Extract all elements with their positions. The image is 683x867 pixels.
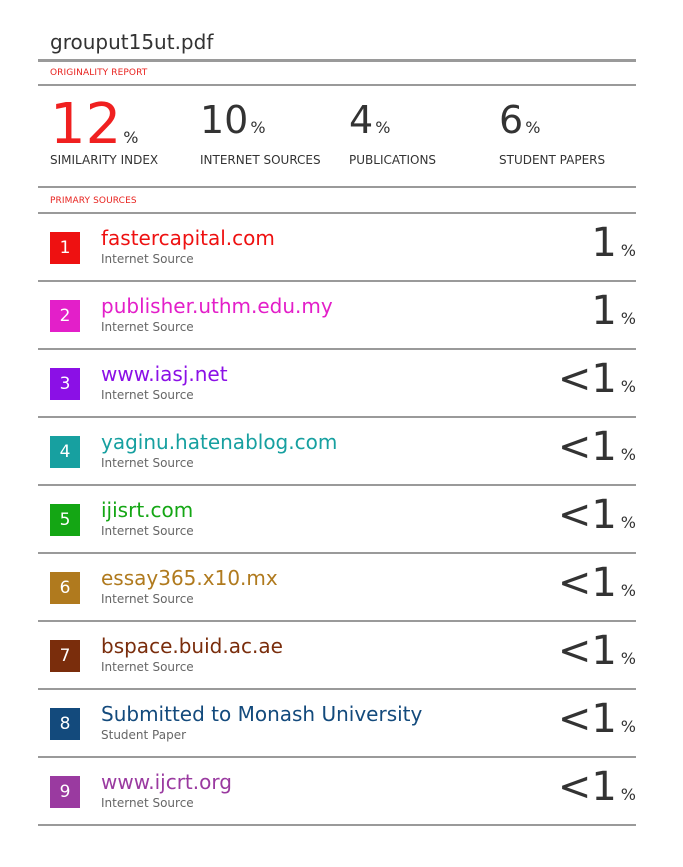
rank-badge: 6 [50, 572, 80, 604]
rank-badge: 3 [50, 368, 80, 400]
source-type: Internet Source [101, 320, 194, 334]
percentage-value: 1 [591, 288, 617, 334]
source-title[interactable]: www.iasj.net [101, 362, 228, 386]
rank-badge: 8 [50, 708, 80, 740]
internet-sources-label: INTERNET SOURCES [200, 153, 321, 167]
source-title[interactable]: ijisrt.com [101, 498, 193, 522]
source-percentage: 1% [591, 220, 636, 266]
source-percentage: <1% [558, 628, 636, 674]
percent-unit: % [250, 118, 266, 137]
source-row[interactable]: 1 fastercapital.com Internet Source 1% [38, 214, 636, 282]
source-percentage: <1% [558, 764, 636, 810]
percent-unit: % [620, 241, 636, 260]
source-title[interactable]: essay365.x10.mx [101, 566, 278, 590]
percent-unit: % [123, 128, 139, 147]
internet-sources-value: 10 [200, 98, 249, 142]
rank-badge: 4 [50, 436, 80, 468]
percentage-value: <1 [557, 560, 617, 606]
source-type: Student Paper [101, 728, 187, 742]
publications-stat: 4% PUBLICATIONS [349, 95, 436, 167]
source-title[interactable]: Submitted to Monash University [101, 702, 422, 726]
source-title[interactable]: publisher.uthm.edu.my [101, 294, 333, 318]
row-divider [38, 824, 636, 826]
document-filename: grouput15ut.pdf [50, 30, 214, 54]
percentage-value: <1 [557, 628, 617, 674]
source-type: Internet Source [101, 524, 194, 538]
percent-unit: % [620, 445, 636, 464]
percent-unit: % [375, 118, 391, 137]
source-title[interactable]: bspace.buid.ac.ae [101, 634, 283, 658]
source-row[interactable]: 6 essay365.x10.mx Internet Source <1% [38, 554, 636, 622]
source-percentage: <1% [558, 356, 636, 402]
source-percentage: 1% [591, 288, 636, 334]
percent-unit: % [620, 377, 636, 396]
student-papers-label: STUDENT PAPERS [499, 153, 606, 167]
percentage-value: <1 [557, 764, 617, 810]
similarity-index-stat: 12% SIMILARITY INDEX [50, 92, 158, 168]
source-row[interactable]: 4 yaginu.hatenablog.com Internet Source … [38, 418, 636, 486]
percentage-value: <1 [557, 356, 617, 402]
divider [38, 186, 636, 188]
similarity-index-label: SIMILARITY INDEX [50, 153, 159, 167]
source-type: Internet Source [101, 592, 194, 606]
source-title[interactable]: www.ijcrt.org [101, 770, 232, 794]
source-title[interactable]: yaginu.hatenablog.com [101, 430, 337, 454]
rank-badge: 9 [50, 776, 80, 808]
student-papers-stat: 6% STUDENT PAPERS [499, 95, 605, 167]
source-type: Internet Source [101, 388, 194, 402]
originality-report-label: ORIGINALITY REPORT [50, 68, 148, 78]
source-percentage: <1% [558, 560, 636, 606]
rank-badge: 2 [50, 300, 80, 332]
percent-unit: % [620, 581, 636, 600]
source-percentage: <1% [558, 492, 636, 538]
source-row[interactable]: 8 Submitted to Monash University Student… [38, 690, 636, 758]
source-row[interactable]: 5 ijisrt.com Internet Source <1% [38, 486, 636, 554]
source-percentage: <1% [558, 424, 636, 470]
source-title[interactable]: fastercapital.com [101, 226, 275, 250]
percentage-value: <1 [557, 424, 617, 470]
percent-unit: % [620, 309, 636, 328]
rank-badge: 7 [50, 640, 80, 672]
percent-unit: % [620, 717, 636, 736]
source-percentage: <1% [558, 696, 636, 742]
percent-unit: % [620, 513, 636, 532]
percent-unit: % [620, 649, 636, 668]
publications-value: 4 [349, 98, 374, 142]
source-type: Internet Source [101, 660, 194, 674]
source-row[interactable]: 7 bspace.buid.ac.ae Internet Source <1% [38, 622, 636, 690]
student-papers-value: 6 [499, 98, 524, 142]
source-row[interactable]: 2 publisher.uthm.edu.my Internet Source … [38, 282, 636, 350]
header-divider [38, 59, 636, 62]
percentage-value: 1 [591, 220, 617, 266]
source-type: Internet Source [101, 456, 194, 470]
source-row[interactable]: 9 www.ijcrt.org Internet Source <1% [38, 758, 636, 826]
publications-label: PUBLICATIONS [349, 153, 437, 167]
divider [38, 84, 636, 86]
similarity-index-value: 12 [50, 92, 122, 157]
percentage-value: <1 [557, 696, 617, 742]
percent-unit: % [525, 118, 541, 137]
source-row[interactable]: 3 www.iasj.net Internet Source <1% [38, 350, 636, 418]
source-type: Internet Source [101, 252, 194, 266]
source-type: Internet Source [101, 796, 194, 810]
percentage-value: <1 [557, 492, 617, 538]
rank-badge: 5 [50, 504, 80, 536]
internet-sources-stat: 10% INTERNET SOURCES [200, 95, 321, 167]
percent-unit: % [620, 785, 636, 804]
primary-sources-label: PRIMARY SOURCES [50, 196, 137, 206]
rank-badge: 1 [50, 232, 80, 264]
